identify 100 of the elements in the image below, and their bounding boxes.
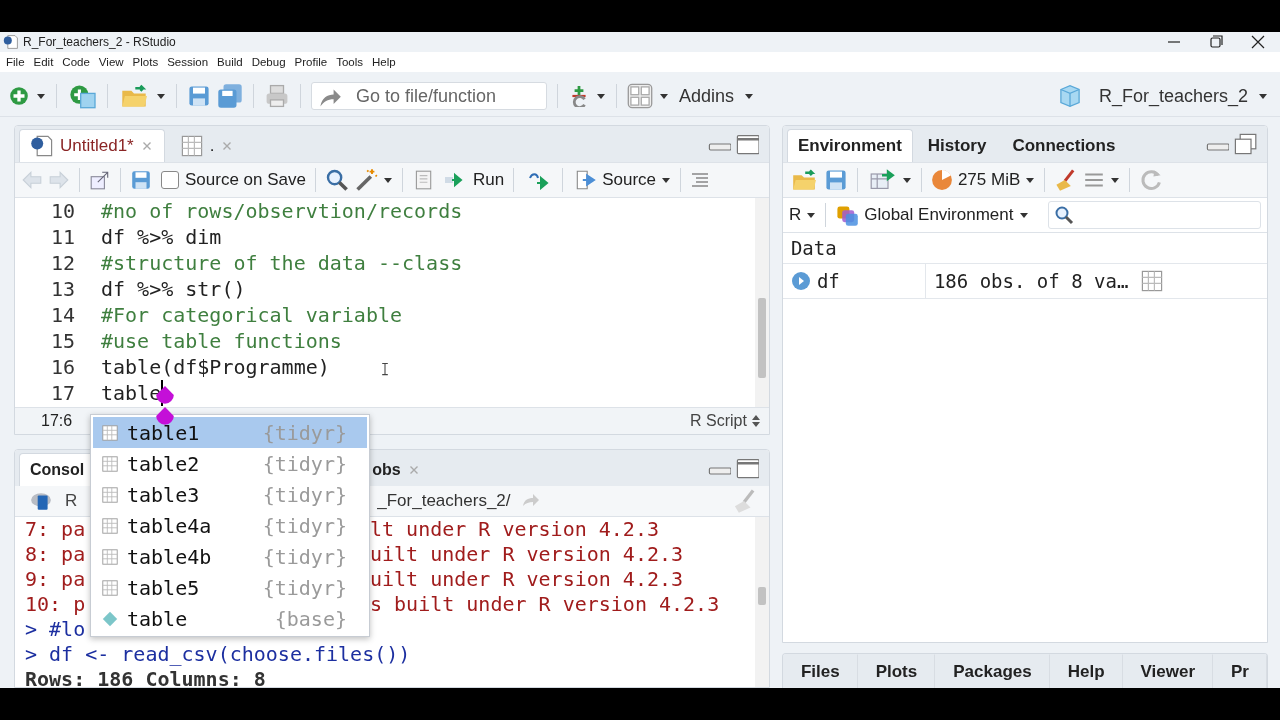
console-text: 8: pa xyxy=(25,542,86,567)
code-line: df %>% dim xyxy=(101,224,222,250)
new-file-icon[interactable] xyxy=(8,85,30,107)
r-version-label: R xyxy=(65,491,78,511)
line-number: 17 xyxy=(49,380,76,406)
line-number: 10 xyxy=(49,198,76,224)
show-in-window-icon[interactable] xyxy=(89,169,111,191)
caret-icon[interactable] xyxy=(744,92,755,100)
up-down-icon[interactable] xyxy=(750,414,761,428)
save-icon[interactable] xyxy=(187,84,211,108)
menu-item[interactable]: Help xyxy=(372,56,396,68)
memory-usage-icon[interactable] xyxy=(930,169,953,191)
dataset-icon xyxy=(101,516,119,535)
variable-name: df xyxy=(816,270,840,292)
caret-icon[interactable] xyxy=(36,92,46,100)
code-line: df %>% str() xyxy=(101,276,246,302)
environment-menu[interactable]: Global Environment xyxy=(864,205,1014,225)
table-icon xyxy=(179,134,204,158)
file-type-menu[interactable]: R Script xyxy=(690,412,747,430)
line-number: 13 xyxy=(49,276,76,302)
line-number: 15 xyxy=(49,328,76,354)
console-text: uilt under R version 4.2.3 xyxy=(370,567,685,592)
save-all-icon[interactable] xyxy=(217,83,243,109)
menu-item[interactable]: Edit xyxy=(33,56,54,68)
scrollbar[interactable] xyxy=(754,198,769,407)
save-icon[interactable] xyxy=(130,169,152,191)
console-text: > #lo xyxy=(25,617,86,642)
caret-icon[interactable] xyxy=(901,176,912,184)
maximize-pane-icon[interactable] xyxy=(734,456,759,480)
line-number: 16 xyxy=(49,354,76,380)
run-button[interactable]: Run xyxy=(438,170,505,190)
menu-item[interactable]: Tools xyxy=(336,56,363,68)
menu-item[interactable]: Code xyxy=(62,56,90,68)
caret-icon[interactable] xyxy=(806,211,817,219)
code-line: #For categorical variable xyxy=(101,302,403,328)
completion-item[interactable]: table4a {tidyr} xyxy=(93,510,367,541)
menu-item[interactable]: Plots xyxy=(132,56,159,68)
line-number: 12 xyxy=(49,250,76,276)
menu-item[interactable]: Session xyxy=(167,56,209,68)
scrollbar[interactable] xyxy=(754,517,769,687)
dataset-icon xyxy=(101,423,119,442)
search-icon[interactable] xyxy=(324,168,349,192)
completion-item[interactable]: table {base} xyxy=(93,603,367,634)
source-on-save-checkbox[interactable]: Source on Save xyxy=(161,170,306,190)
menu-item[interactable]: Debug xyxy=(251,56,286,68)
project-menu[interactable]: R_For_teachers_2 xyxy=(1094,85,1252,107)
console-text: s built under R version 4.2.3 xyxy=(370,592,721,617)
caret-icon[interactable] xyxy=(1258,92,1268,100)
pane-layout-icon[interactable] xyxy=(627,83,653,109)
print-icon[interactable] xyxy=(264,83,290,109)
restore-pane-icon[interactable] xyxy=(1233,132,1257,156)
dataset-icon xyxy=(101,454,119,473)
expand-icon[interactable] xyxy=(790,271,811,291)
editor-tab[interactable]: Untitled1* xyxy=(19,129,165,162)
section-header: Data xyxy=(782,233,1267,264)
code-line: #structure of the data --class xyxy=(101,250,463,276)
console-text: 9: pa xyxy=(25,567,86,592)
memory-menu[interactable]: 275 MiB xyxy=(957,170,1021,190)
function-icon xyxy=(101,609,119,628)
addins-menu[interactable]: Addins xyxy=(675,85,739,107)
menu-item[interactable]: Profile xyxy=(294,56,328,68)
menu-item[interactable]: File xyxy=(6,56,25,68)
caret-icon[interactable] xyxy=(1110,176,1121,184)
language-menu[interactable]: R xyxy=(788,205,802,225)
outline-icon[interactable] xyxy=(690,170,711,190)
line-number: 14 xyxy=(49,302,76,328)
r-file-icon xyxy=(30,134,54,158)
maximize-pane-icon[interactable] xyxy=(734,132,759,156)
caret-icon[interactable] xyxy=(661,176,672,184)
goto-field[interactable]: Go to file/function xyxy=(311,82,547,110)
view-data-icon[interactable] xyxy=(1140,269,1165,293)
caret-icon[interactable] xyxy=(596,92,606,100)
line-number: 11 xyxy=(49,224,76,250)
menu-item[interactable]: View xyxy=(98,56,124,68)
console-text: Rows: 186 Columns: 8 xyxy=(25,667,266,687)
code-line: #no of rows/observtion/records xyxy=(101,198,463,224)
caret-icon[interactable] xyxy=(1018,211,1029,219)
console-text: uilt under R version 4.2.3 xyxy=(370,542,685,567)
menu-item[interactable]: Build xyxy=(217,56,243,68)
variable-value: 186 obs. of 8 va… xyxy=(933,270,1129,292)
dataset-icon xyxy=(101,578,119,597)
save-icon[interactable] xyxy=(823,168,848,192)
new-project-icon[interactable] xyxy=(67,83,97,109)
cursor-position: 17:6 xyxy=(41,412,73,430)
completion-item[interactable]: table4b {tidyr} xyxy=(93,541,367,572)
completion-item[interactable]: table1 {tidyr} xyxy=(93,417,367,448)
console-text: lt under R version 4.2.3 xyxy=(370,517,660,542)
search-field[interactable] xyxy=(1047,201,1261,229)
completion-item[interactable]: table5 {tidyr} xyxy=(93,572,367,603)
source-button[interactable]: Source xyxy=(572,169,657,191)
caret-icon[interactable] xyxy=(156,92,166,100)
window-title: R_For_teachers_2 - RStudio xyxy=(23,35,176,49)
app-icon xyxy=(3,34,19,50)
environment-tab[interactable]: Environment xyxy=(786,129,913,162)
dataset-icon xyxy=(101,547,119,566)
caret-icon[interactable] xyxy=(659,92,669,100)
working-directory-path: _For_teachers_2/ xyxy=(377,491,511,511)
caret-icon[interactable] xyxy=(1025,176,1036,184)
caret-icon[interactable] xyxy=(382,176,393,184)
code-line: #use table functions xyxy=(101,328,342,354)
